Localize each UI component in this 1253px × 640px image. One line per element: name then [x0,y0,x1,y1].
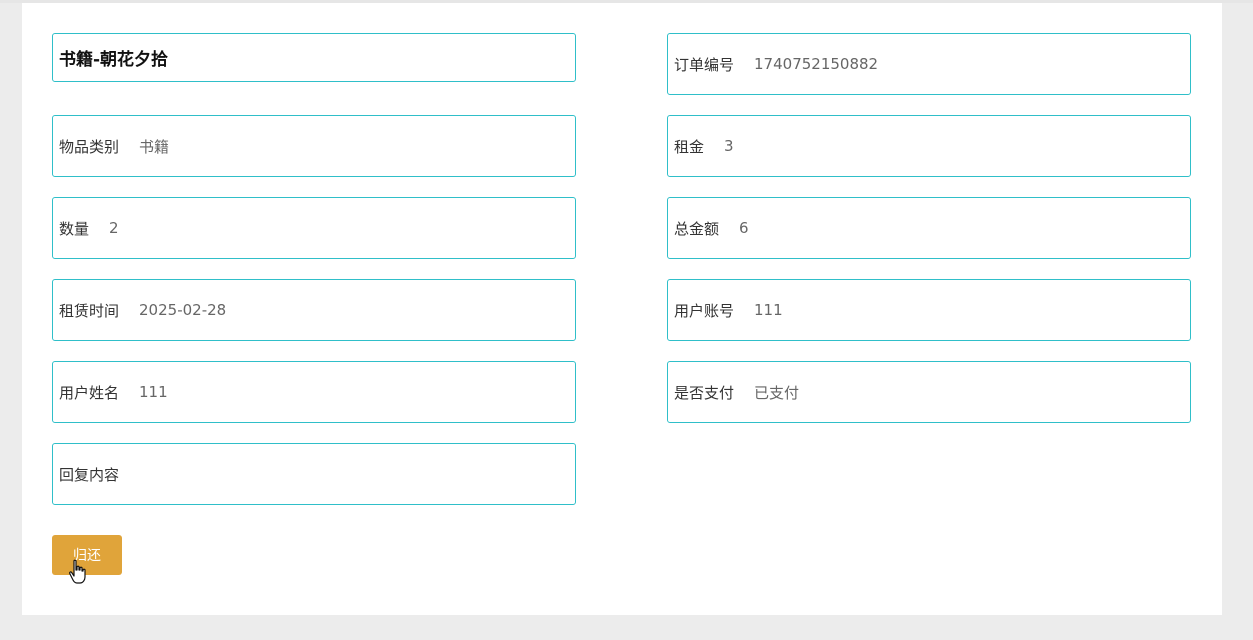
field-category: 物品类别 书籍 [52,115,576,177]
item-title: 书籍-朝花夕拾 [59,50,169,70]
field-payment-status: 是否支付 已支付 [667,361,1191,423]
field-value: 3 [724,137,734,155]
field-user-account: 用户账号 111 [667,279,1191,341]
return-button[interactable]: 归还 [52,535,122,575]
field-value: 已支付 [754,383,800,402]
field-user-name: 用户姓名 111 [52,361,576,423]
field-value: 1740752150882 [754,55,879,73]
field-label: 租金 [674,137,705,156]
field-label: 租赁时间 [59,301,120,320]
detail-panel: 书籍-朝花夕拾 物品类别 书籍 数量 2 租赁时间 2025-02-28 用户姓… [22,3,1222,615]
field-value: 2 [109,219,119,237]
field-quantity: 数量 2 [52,197,576,259]
field-order-number: 订单编号 1740752150882 [667,33,1191,95]
field-reply-content: 回复内容 [52,443,576,505]
field-value: 111 [754,301,783,319]
field-label: 数量 [59,219,90,238]
field-label: 用户姓名 [59,383,120,402]
field-label: 回复内容 [59,465,120,484]
field-rent-time: 租赁时间 2025-02-28 [52,279,576,341]
field-label: 是否支付 [674,383,735,402]
field-value: 2025-02-28 [139,301,227,319]
field-value: 书籍 [139,137,170,156]
field-label: 用户账号 [674,301,735,320]
field-label: 总金额 [674,219,720,238]
field-rent: 租金 3 [667,115,1191,177]
field-value: 6 [739,219,749,237]
item-title-field: 书籍-朝花夕拾 [52,33,576,82]
hand-pointer-icon [69,559,86,584]
field-label: 物品类别 [59,137,120,156]
field-total-amount: 总金额 6 [667,197,1191,259]
field-label: 订单编号 [674,55,735,74]
field-value: 111 [139,383,168,401]
